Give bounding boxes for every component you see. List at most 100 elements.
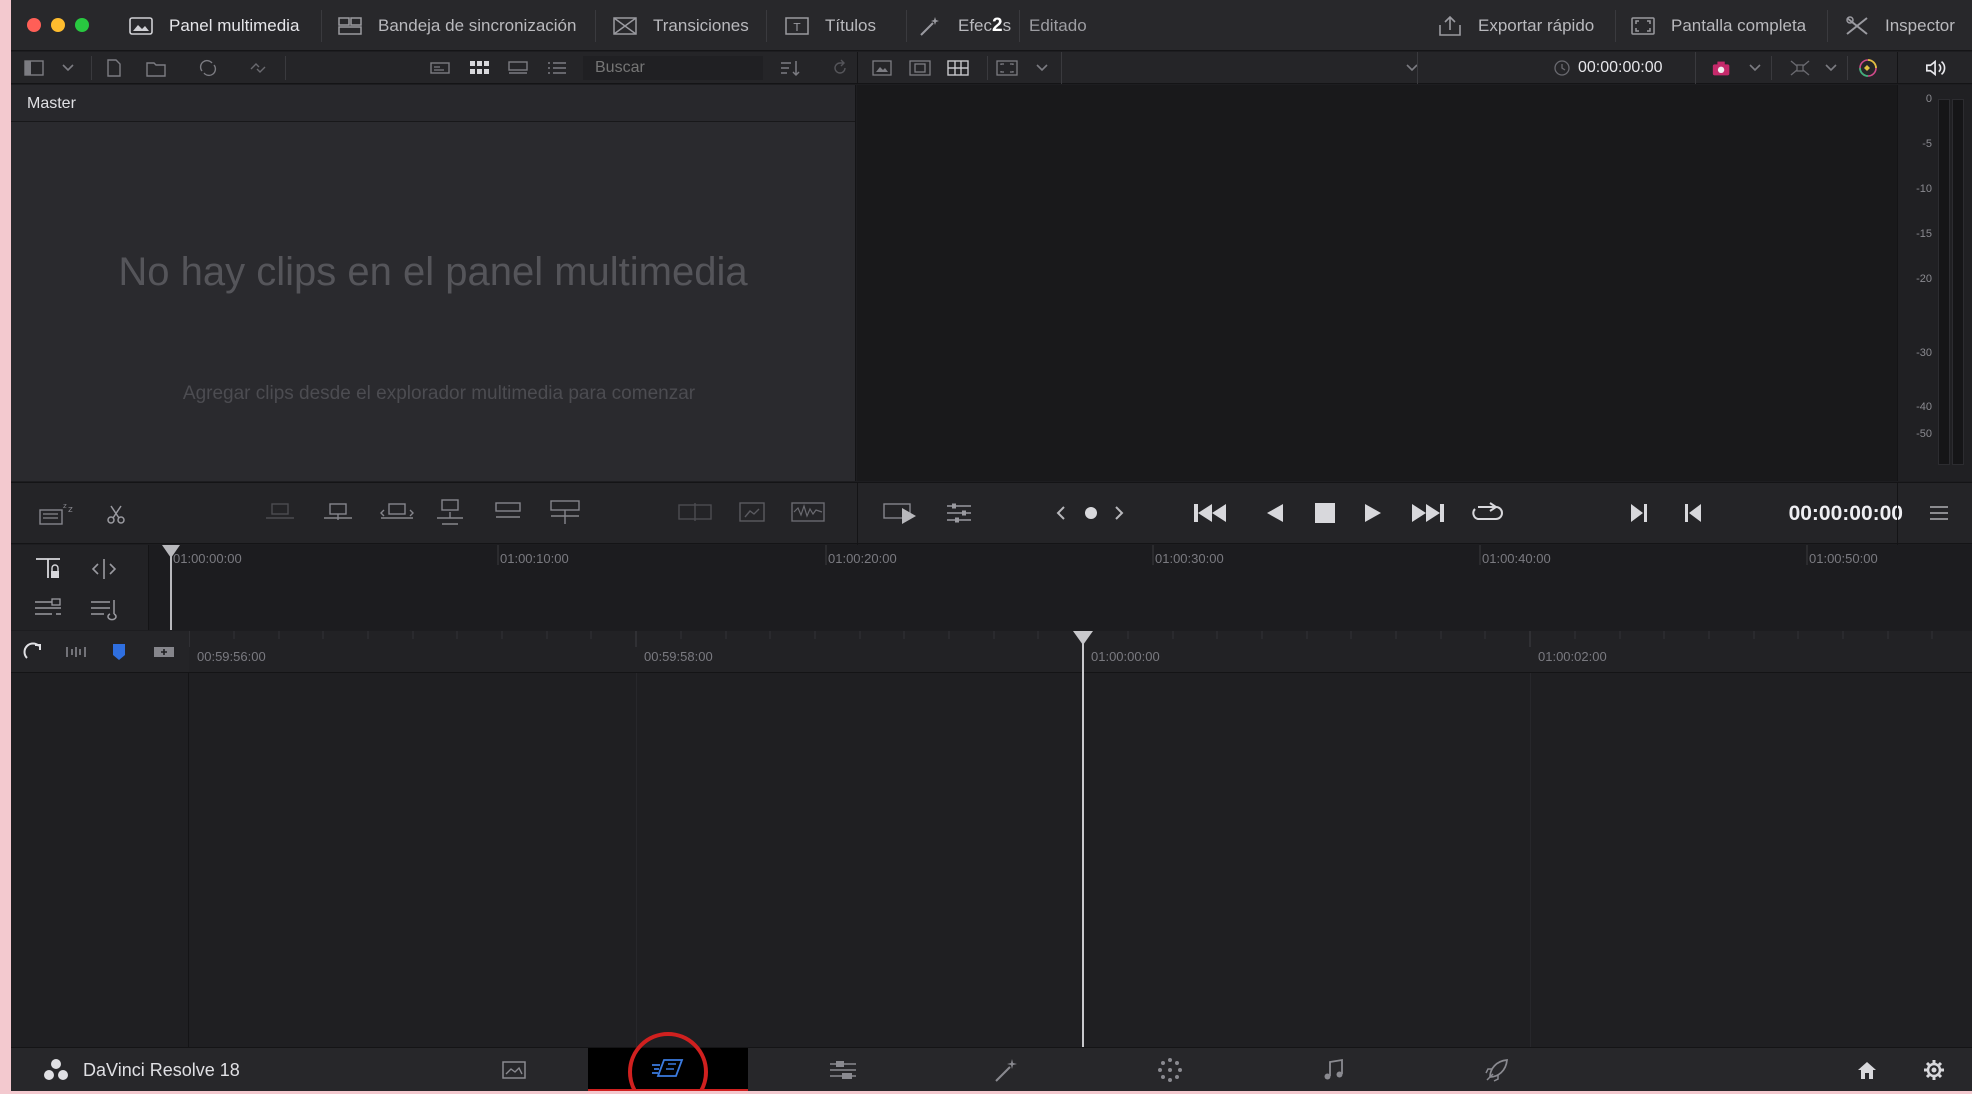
upper-playhead[interactable] xyxy=(170,553,172,630)
stop-icon[interactable] xyxy=(1311,499,1339,527)
titles-toggle[interactable]: T Títulos xyxy=(783,0,876,51)
upper-ruler-tick-label: 01:00:40:00 xyxy=(1482,551,1551,566)
svg-text:z: z xyxy=(68,505,73,515)
app-window: Panel multimedia Bandeja de sincronizaci… xyxy=(11,0,1972,1091)
import-media-icon[interactable] xyxy=(103,58,125,78)
marker-flag-icon[interactable] xyxy=(107,640,131,664)
home-icon[interactable] xyxy=(1854,1058,1880,1082)
inspector-toggle[interactable]: Inspector xyxy=(1843,0,1955,51)
viewer-image-icon[interactable] xyxy=(871,58,893,78)
mark-out-icon[interactable] xyxy=(1679,499,1707,527)
smart-bins-icon[interactable]: zz xyxy=(37,501,77,527)
new-bin-icon[interactable] xyxy=(145,58,167,78)
lower-playhead[interactable] xyxy=(1082,639,1084,1047)
panel-layout-icon[interactable] xyxy=(23,58,45,78)
music-note-icon xyxy=(1324,1058,1343,1080)
fullscreen-button[interactable]: Pantalla completa xyxy=(1629,0,1806,51)
play-reverse-icon[interactable] xyxy=(1261,499,1289,527)
chevron-down-icon[interactable] xyxy=(1031,58,1053,78)
edit-page-button[interactable] xyxy=(763,1048,923,1091)
unlink-icon[interactable] xyxy=(247,58,269,78)
chevron-down-icon[interactable] xyxy=(1401,58,1423,78)
camera-icon[interactable] xyxy=(1711,58,1733,78)
sort-icon[interactable] xyxy=(779,58,801,78)
effects-toggle[interactable]: Efec 2 s xyxy=(916,0,1011,51)
trim-mode-icon[interactable] xyxy=(87,555,121,583)
scissors-icon[interactable] xyxy=(103,501,129,527)
upper-ruler-tick-label: 01:00:50:00 xyxy=(1809,551,1878,566)
fullscreen-icon xyxy=(1629,15,1657,37)
deliver-page-button[interactable] xyxy=(1417,1048,1577,1091)
audio-waveform-icon[interactable] xyxy=(789,499,827,525)
fit-to-fill-icon[interactable] xyxy=(433,497,467,527)
quick-export-button[interactable]: Exportar rápido xyxy=(1436,0,1594,51)
loop-icon[interactable] xyxy=(1469,499,1505,527)
hamburger-menu-icon[interactable] xyxy=(1927,501,1951,525)
empty-state-hint: Agregar clips desde el explorador multim… xyxy=(182,383,696,404)
playback-options-icon[interactable] xyxy=(881,499,921,527)
insert-clip-icon[interactable] xyxy=(263,499,297,525)
thumbnail-view-icon[interactable] xyxy=(468,58,490,78)
add-track-icon[interactable] xyxy=(151,640,177,664)
detail-timeline[interactable]: 00:59:56:00 00:59:58:00 01:00:00:00 01:0… xyxy=(11,631,1972,1047)
refresh-icon[interactable] xyxy=(829,58,851,78)
zoom-window-button[interactable] xyxy=(75,18,89,32)
speaker-icon[interactable] xyxy=(1925,58,1947,78)
gear-icon[interactable] xyxy=(1921,1058,1947,1082)
close-window-button[interactable] xyxy=(27,18,41,32)
append-clip-icon[interactable] xyxy=(547,497,583,527)
edited-status: Editado xyxy=(1029,15,1087,35)
upper-ruler[interactable]: 01:00:00:00 01:00:10:00 01:00:20:00 01:0… xyxy=(149,545,1972,630)
color-page-button[interactable] xyxy=(1090,1048,1250,1091)
svg-text:z: z xyxy=(63,502,67,510)
search-input[interactable] xyxy=(583,56,763,80)
export-icon xyxy=(1436,15,1464,37)
chevron-down-icon[interactable] xyxy=(1820,58,1842,78)
split-clip-icon[interactable] xyxy=(675,499,715,525)
effects-step-badge: 2 xyxy=(992,14,1003,36)
timeline-header-panel xyxy=(11,631,189,1047)
bin-name[interactable]: Master xyxy=(27,95,76,113)
media-page-button[interactable] xyxy=(434,1048,594,1091)
track-lock-icon[interactable] xyxy=(31,555,65,583)
place-on-top-icon[interactable] xyxy=(491,499,525,525)
ripple-delete-icon[interactable] xyxy=(31,595,65,623)
upper-timeline[interactable]: 01:00:00:00 01:00:10:00 01:00:20:00 01:0… xyxy=(11,545,1972,630)
sync-bin-toggle[interactable]: Bandeja de sincronización xyxy=(336,0,576,51)
upper-ruler-tick-label: 01:00:10:00 xyxy=(500,551,569,566)
viewer-grid-icon[interactable] xyxy=(947,58,969,78)
list-view-icon[interactable] xyxy=(546,58,568,78)
transitions-toggle[interactable]: Transiciones xyxy=(611,0,749,51)
overwrite-clip-icon[interactable] xyxy=(321,499,355,525)
media-page-icon xyxy=(502,1061,526,1079)
relink-icon[interactable] xyxy=(197,58,219,78)
replace-clip-icon[interactable] xyxy=(377,499,417,525)
mark-in-icon[interactable] xyxy=(1625,499,1653,527)
viewer-mode-icon[interactable] xyxy=(909,58,931,78)
chevron-down-icon[interactable] xyxy=(57,58,79,78)
metadata-view-icon[interactable] xyxy=(429,58,451,78)
fairlight-page-button[interactable] xyxy=(1254,1048,1414,1091)
snapshot-icon[interactable] xyxy=(735,499,769,525)
play-icon[interactable] xyxy=(1359,499,1387,527)
skip-to-end-icon[interactable] xyxy=(1407,499,1447,527)
media-pool-toggle[interactable]: Panel multimedia xyxy=(127,0,299,51)
meter-label: -20 xyxy=(1916,273,1932,285)
audio-scrub-icon[interactable] xyxy=(63,640,89,664)
chevron-down-icon[interactable] xyxy=(1744,58,1766,78)
jog-dot-icon[interactable] xyxy=(1081,503,1101,523)
chevron-left-icon[interactable] xyxy=(1051,503,1071,523)
minimize-window-button[interactable] xyxy=(51,18,65,32)
chevron-right-icon[interactable] xyxy=(1109,503,1129,523)
filmstrip-view-icon[interactable] xyxy=(507,58,529,78)
transform-icon[interactable] xyxy=(1789,58,1811,78)
snapping-icon[interactable] xyxy=(21,640,45,664)
settings-sliders-icon[interactable] xyxy=(943,499,975,527)
search-field[interactable] xyxy=(583,56,763,80)
safe-area-icon[interactable] xyxy=(996,58,1018,78)
fusion-page-button[interactable] xyxy=(926,1048,1086,1091)
color-wheel-icon[interactable] xyxy=(1857,58,1879,78)
audio-tracks-icon[interactable] xyxy=(87,595,121,623)
skip-to-start-icon[interactable] xyxy=(1191,499,1231,527)
source-viewer[interactable] xyxy=(857,85,1897,481)
